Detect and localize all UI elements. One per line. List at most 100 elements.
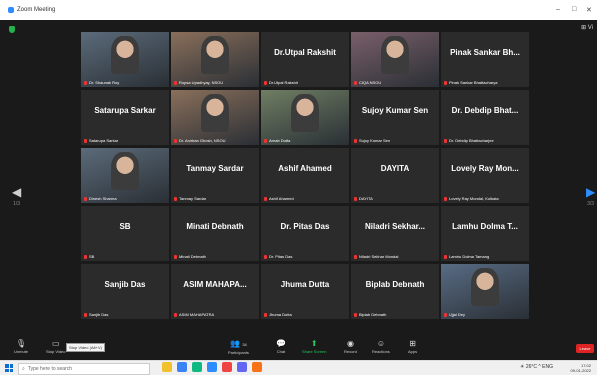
participant-caption-text: Satarupa Sarkar [89, 138, 119, 143]
participant-tile[interactable]: Pinak Sankar Bh... Pinak Sankar Bhattacha… [441, 32, 529, 87]
weather-temp: 26°C [525, 364, 538, 370]
participant-name-caption: Jhuma Dutta [264, 312, 292, 317]
participant-tile[interactable]: Dr. Shaunak Roy [81, 32, 169, 87]
taskbar-clock[interactable]: 17:02 09-01-2022 [571, 363, 591, 373]
participant-name-caption: DAYITA [354, 196, 373, 201]
window-title-text: Zoom Meeting [17, 7, 56, 13]
participant-tile[interactable]: SB SB [81, 206, 169, 261]
muted-mic-icon [84, 138, 87, 143]
participant-caption-text: Dr.Utpal Rakshit [269, 80, 298, 85]
participant-caption-text: Rupsa Upadhyay, NSOU [179, 80, 224, 85]
participant-tile[interactable]: DAYITA DAYITA [351, 148, 439, 203]
participant-tile[interactable]: Dinesh Sharma [81, 148, 169, 203]
share-screen-button[interactable]: ⬆ Share Screen [302, 339, 326, 354]
participant-caption-text: Dr. Anirban Ghosh, NSOU [179, 138, 226, 143]
zoom-window: Zoom Meeting – □ ✕ ⊞ Vi ◀ 1/3 ▶ 3/3 Dr. … [0, 0, 597, 375]
participant-display-name: Dr. Pitas Das [280, 222, 330, 231]
participant-person-image [111, 36, 139, 74]
chat-button[interactable]: 💬 Chat [276, 339, 286, 354]
participant-tile[interactable]: Dr.Utpal Rakshit Dr.Utpal Rakshit [261, 32, 349, 87]
participant-name-caption: Tanmay Sardar [174, 196, 206, 201]
participant-person-image [291, 94, 319, 132]
file-explorer-icon[interactable] [162, 362, 172, 372]
participant-tile[interactable]: Dr. Debdip Bhat... Dr. Debdip Bhattacharj… [441, 90, 529, 145]
participant-tile[interactable]: CIQA NSOU [351, 32, 439, 87]
security-shield-icon[interactable] [9, 26, 15, 33]
language-indicator[interactable]: ENG [542, 364, 553, 370]
chrome-browser-icon[interactable] [192, 362, 202, 372]
tray-chevron-icon[interactable]: ^ [538, 364, 540, 370]
participant-tile[interactable]: Satarupa Sarkar Satarupa Sarkar [81, 90, 169, 145]
edge-browser-icon[interactable] [177, 362, 187, 372]
windows-start-icon[interactable] [5, 364, 13, 372]
participant-tile[interactable]: Rupsa Upadhyay, NSOU [171, 32, 259, 87]
leave-button[interactable]: Leave [576, 344, 594, 353]
participant-name-caption: Sujoy Kumar Sen [354, 138, 390, 143]
participant-caption-text: Ujjal Dey [449, 312, 466, 317]
zoom-app-icon[interactable] [207, 362, 217, 372]
participant-tile[interactable]: Arnab Dutta [261, 90, 349, 145]
firefox-browser-icon[interactable] [252, 362, 262, 372]
participant-person-image [201, 94, 229, 132]
participant-name-caption: Dr.Utpal Rakshit [264, 80, 298, 85]
participant-caption-text: Dinesh Sharma [89, 196, 117, 201]
chevron-right-icon: ▶ [586, 185, 596, 199]
participant-tile[interactable]: Sujoy Kumar Sen Sujoy Kumar Sen [351, 90, 439, 145]
participants-button[interactable]: 👥 34 Participants [228, 339, 249, 355]
close-button[interactable]: ✕ [586, 6, 592, 14]
participant-tile[interactable]: Jhuma Dutta Jhuma Dutta [261, 264, 349, 319]
participant-caption-text: CIQA NSOU [359, 80, 382, 85]
muted-mic-icon [354, 196, 357, 201]
participant-display-name: SB [119, 222, 131, 231]
muted-mic-icon [444, 312, 447, 317]
store-app-icon[interactable] [237, 362, 247, 372]
minimize-button[interactable]: – [556, 6, 560, 13]
participant-tile[interactable]: Dr. Pitas Das Dr. Pitas Das [261, 206, 349, 261]
apps-button[interactable]: ⊞ Apps [408, 339, 417, 354]
participant-caption-text: Dr. Shaunak Roy [89, 80, 120, 85]
maximize-button[interactable]: □ [572, 6, 576, 13]
participant-name-caption: Dr. Pitas Das [264, 254, 292, 259]
taskbar-apps [162, 362, 262, 372]
next-page-label: 3/3 [587, 201, 595, 207]
participant-display-name: Pinak Sankar Bh... [450, 48, 520, 57]
record-button[interactable]: ◉ Record [344, 339, 357, 354]
participant-display-name: Satarupa Sarkar [94, 106, 156, 115]
participant-tile[interactable]: Lovely Ray Mon... Lovely Ray Mondal, Kolk… [441, 148, 529, 203]
participant-tile[interactable]: Ujjal Dey [441, 264, 529, 319]
participants-icon: 👥 34 [230, 339, 247, 348]
prev-page-button[interactable]: ◀ 1/3 [12, 185, 21, 207]
participant-name-caption: Sanjib Das [84, 312, 108, 317]
muted-mic-icon [354, 254, 357, 259]
participant-tile[interactable]: Lamhu Dolma T... Lamhu Dolma Tamang [441, 206, 529, 261]
participant-name-caption: CIQA NSOU [354, 80, 381, 85]
participant-tile[interactable]: Tanmay Sardar Tanmay Sardar [171, 148, 259, 203]
participant-tile[interactable]: ASIM MAHAPA... ASIM MAHAPATRA [171, 264, 259, 319]
participant-tile[interactable]: Biplab Debnath Biplab Debnath [351, 264, 439, 319]
stop-video-button[interactable]: ▭ Stop Video [46, 339, 66, 354]
muted-mic-icon [174, 138, 177, 143]
participant-gallery: Dr. Shaunak Roy Rupsa Upadhyay, NSOU Dr.Ut… [81, 32, 531, 328]
view-button[interactable]: ⊞ Vi [581, 24, 593, 31]
participant-tile[interactable]: Sanjib Das Sanjib Das [81, 264, 169, 319]
participant-tile[interactable]: Minati Debnath Minati Debnath [171, 206, 259, 261]
record-icon: ◉ [346, 339, 354, 348]
participant-caption-text: Arnab Dutta [269, 138, 291, 143]
participant-tile[interactable]: Ashif Ahamed Ashif Ahamed [261, 148, 349, 203]
participant-name-caption: Rupsa Upadhyay, NSOU [174, 80, 223, 85]
participant-tile[interactable]: Dr. Anirban Ghosh, NSOU [171, 90, 259, 145]
muted-mic-icon [84, 80, 87, 85]
next-page-button[interactable]: ▶ 3/3 [586, 185, 595, 207]
taskbar-search-box[interactable]: ⌕ Type here to search [18, 363, 150, 375]
unmute-button[interactable]: 🎙 Unmute [14, 339, 28, 354]
participant-tile[interactable]: Niladri Sekhar... Niladri Sekhar Mondal [351, 206, 439, 261]
office-app-icon[interactable] [222, 362, 232, 372]
muted-mic-icon [354, 138, 357, 143]
participant-display-name: Jhuma Dutta [280, 280, 330, 289]
participant-caption-text: Tanmay Sardar [179, 196, 207, 201]
participant-caption-text: ASIM MAHAPATRA [179, 312, 215, 317]
participant-display-name: Sujoy Kumar Sen [361, 106, 429, 115]
reactions-button[interactable]: ☺ Reactions [372, 339, 390, 354]
participant-person-image [471, 268, 499, 306]
search-icon: ⌕ [22, 366, 25, 372]
